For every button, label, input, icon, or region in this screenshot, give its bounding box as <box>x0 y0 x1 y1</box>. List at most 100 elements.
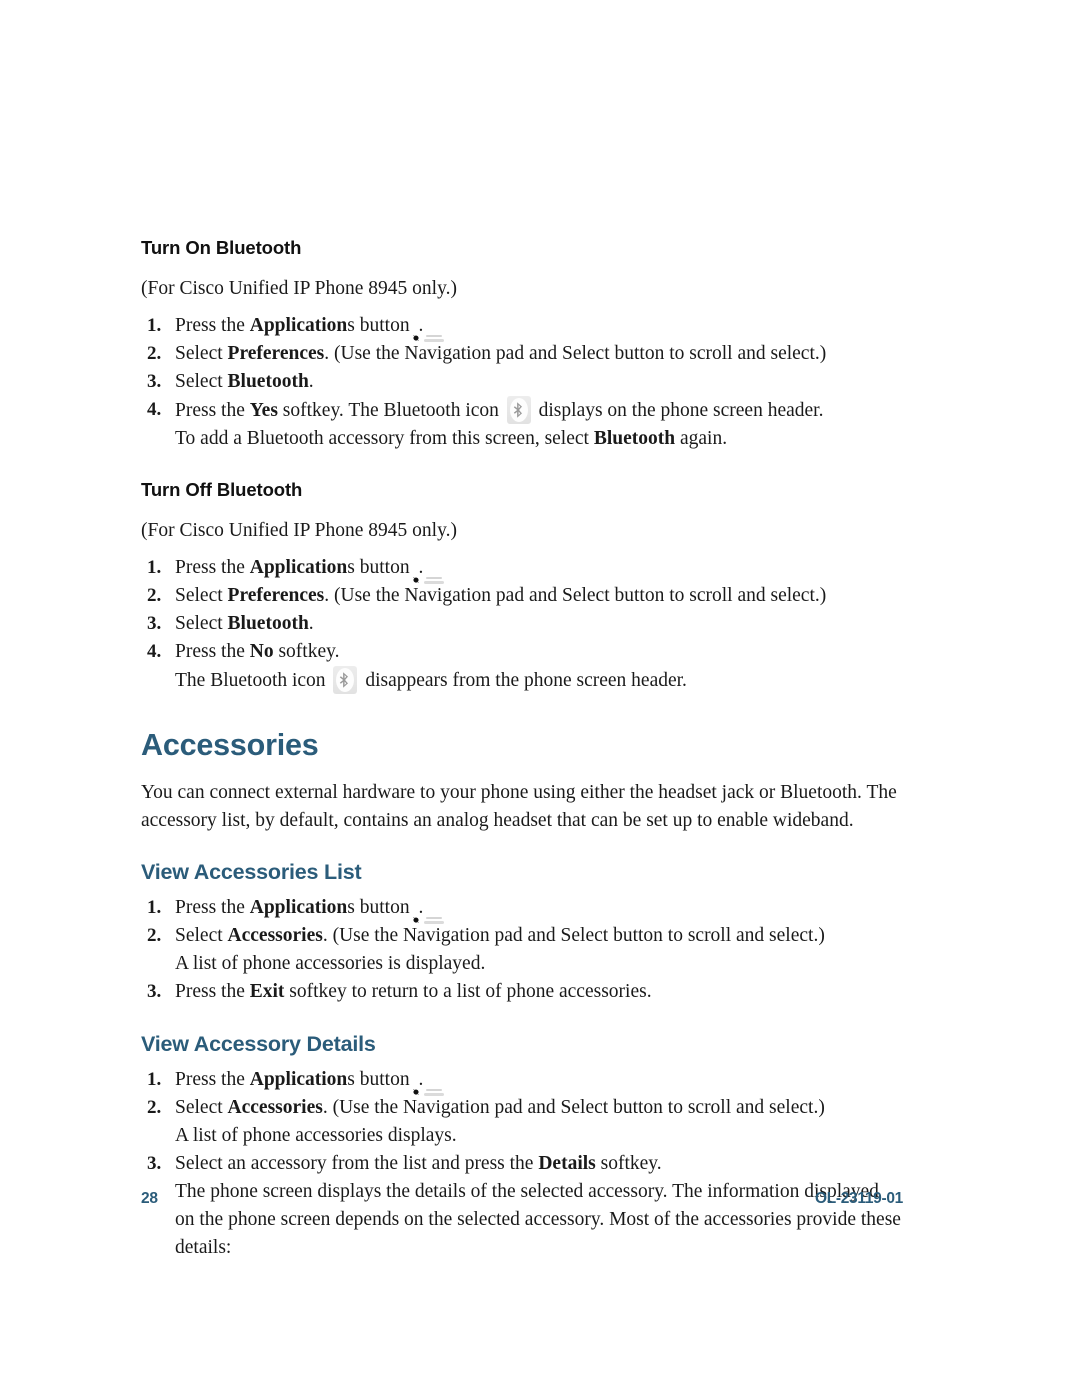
emphasis-text: Bluetooth <box>227 370 309 392</box>
step-number: 2. <box>147 924 162 946</box>
emphasis-text: Accessories <box>227 1096 323 1118</box>
step-item: 3. Select Bluetooth. <box>141 368 903 396</box>
step-item: 3. Select an accessory from the list and … <box>141 1150 903 1178</box>
step-item: 4. Press the Yes softkey. The Bluetooth i… <box>141 395 903 425</box>
emphasis-text: Application <box>249 1068 348 1090</box>
step-item: 4. Press the No softkey. <box>141 638 903 666</box>
step-continuation: A list of phone accessories displays. <box>141 1122 903 1150</box>
section-paragraph: You can connect external hardware to you… <box>141 782 897 831</box>
bluetooth-status-icon <box>506 395 531 424</box>
section-note: (For Cisco Unified IP Phone 8945 only.) <box>141 278 457 300</box>
page-content: Turn On Bluetooth (For Cisco Unified IP P… <box>141 237 903 1262</box>
body-text: s button <box>347 556 415 578</box>
emphasis-text: Bluetooth <box>227 612 309 634</box>
emphasis-text: Application <box>249 896 348 918</box>
emphasis-text: Application <box>249 314 348 336</box>
step-text: Select an accessory from the list and pr… <box>175 1153 662 1174</box>
body-text: . (Use the Navigation pad and Select but… <box>322 924 825 946</box>
body-text: softkey. <box>595 1152 662 1174</box>
step-list: 1. Press the Applications button . 2. Selec… <box>141 554 903 695</box>
body-text: Select an accessory from the list and pr… <box>175 1152 539 1174</box>
heading-accessories: Accessories <box>141 727 319 762</box>
step-text: Select Accessories. (Use the Navigation … <box>175 925 825 946</box>
step-item: 1. Press the Applications button . <box>141 554 903 586</box>
step-text: Press the Exit softkey to return to a li… <box>175 981 652 1002</box>
step-item: 3. Press the Exit softkey to return to a … <box>141 978 903 1006</box>
body-text: Select <box>175 584 228 606</box>
emphasis-text: Application <box>249 556 348 578</box>
step-text: Press the Applications button . <box>175 896 423 926</box>
step-number: 2. <box>147 584 162 606</box>
emphasis-text: Preferences <box>227 584 325 606</box>
step-number: 3. <box>147 1152 162 1174</box>
step-list: 1. Press the Applications button . 2. Selec… <box>141 312 903 453</box>
step-text: Select Bluetooth. <box>175 371 314 392</box>
step-text: Press the No softkey. <box>175 641 339 662</box>
body-text: softkey to return to a list of phone acc… <box>284 980 652 1002</box>
body-text: A list of phone accessories displays. <box>175 1124 457 1146</box>
heading-turn-on-bluetooth: Turn On Bluetooth <box>141 237 302 258</box>
page-number: 28 <box>141 1190 158 1207</box>
emphasis-text: Exit <box>249 980 285 1002</box>
step-number: 3. <box>147 980 162 1002</box>
step-number: 2. <box>147 1096 162 1118</box>
body-text: Press the <box>175 640 250 662</box>
body-text: softkey. The Bluetooth icon <box>277 399 504 421</box>
body-text: s button <box>347 896 415 918</box>
body-text: s button <box>347 1068 415 1090</box>
bluetooth-status-icon <box>333 665 358 694</box>
emphasis-text: Accessories <box>227 924 323 946</box>
step-text: Select Preferences. (Use the Navigation … <box>175 585 826 606</box>
step-number: 3. <box>147 370 162 392</box>
step-text: Press the Applications button . <box>175 314 423 344</box>
body-text: . (Use the Navigation pad and Select but… <box>322 1096 825 1118</box>
step-text: Press the Applications button . <box>175 1068 423 1098</box>
section-note: (For Cisco Unified IP Phone 8945 only.) <box>141 520 457 542</box>
body-text: Select <box>175 612 228 634</box>
step-number: 1. <box>147 1068 162 1090</box>
body-text: softkey. <box>273 640 340 662</box>
step-continuation: To add a Bluetooth accessory from this s… <box>141 425 903 453</box>
body-text: Select <box>175 342 228 364</box>
step-number: 3. <box>147 612 162 634</box>
step-number: 4. <box>147 640 162 662</box>
page-footer: 28 OL-23119-01 <box>141 1190 903 1208</box>
step-text: Press the Applications button . <box>175 556 423 586</box>
step-item: 2. Select Preferences. (Use the Navigatio… <box>141 582 903 610</box>
step-continuation: A list of phone accessories is displayed… <box>141 950 903 978</box>
body-text: A list of phone accessories is displayed… <box>175 952 486 974</box>
step-item: 3. Select Bluetooth. <box>141 610 903 638</box>
body-text: Press the <box>175 314 250 336</box>
step-text: Select Preferences. (Use the Navigation … <box>175 343 826 364</box>
body-text: Select <box>175 924 228 946</box>
body-text: Press the <box>175 1068 250 1090</box>
heading-view-accessory-details: View Accessory Details <box>141 1031 376 1056</box>
step-text: Select Bluetooth. <box>175 613 314 634</box>
emphasis-text: Details <box>538 1152 596 1174</box>
heading-turn-off-bluetooth: Turn Off Bluetooth <box>141 478 303 500</box>
step-item: 1. Press the Applications button . <box>141 1066 903 1098</box>
body-text: Select <box>175 370 228 392</box>
heading-view-accessories-list: View Accessories List <box>141 860 362 885</box>
step-continuation: The Bluetooth icon disappears from the p… <box>141 665 903 695</box>
body-text: s button <box>347 314 415 336</box>
step-number: 2. <box>147 342 162 364</box>
document-page: Turn On Bluetooth (For Cisco Unified IP P… <box>0 0 1080 1397</box>
body-text: . <box>308 370 314 392</box>
body-text: To add a Bluetooth accessory from this s… <box>175 427 594 449</box>
body-text: Select <box>175 1096 228 1118</box>
step-item: 2. Select Accessories. (Use the Navigatio… <box>141 1094 903 1122</box>
step-number: 1. <box>147 896 162 918</box>
step-item: 1. Press the Applications button . <box>141 894 903 926</box>
